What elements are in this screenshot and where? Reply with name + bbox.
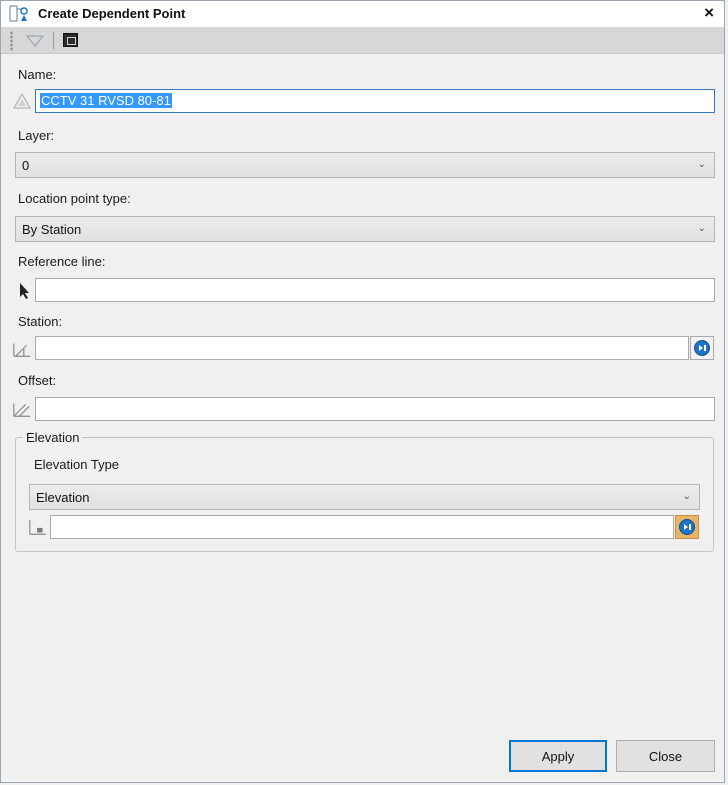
station-pick-button[interactable] [690, 336, 714, 360]
elevation-type-dropdown[interactable]: Elevation ⌄ [29, 484, 700, 510]
close-window-button[interactable]: × [704, 3, 714, 23]
elevation-type-label: Elevation Type [34, 457, 120, 472]
location-point-type-value: By Station [22, 222, 82, 237]
layer-label: Layer: [18, 128, 55, 143]
reference-line-input[interactable] [35, 278, 715, 302]
station-label: Station: [18, 314, 63, 329]
elevation-group-title: Elevation [23, 430, 83, 445]
title-bar: Create Dependent Point × [1, 1, 724, 27]
location-point-type-dropdown[interactable]: By Station ⌄ [15, 216, 715, 242]
offset-icon [13, 403, 31, 417]
point-style-icon [12, 92, 32, 109]
location-point-type-label: Location point type: [18, 191, 131, 206]
elevation-type-value: Elevation [36, 490, 90, 505]
dialog-title: Create Dependent Point [38, 6, 186, 21]
name-value: CCTV 31 RVSD 80-81 [40, 93, 172, 108]
cursor-pick-icon[interactable] [15, 281, 35, 301]
toolbar-grip-icon[interactable] [10, 31, 13, 51]
reference-line-label: Reference line: [18, 254, 106, 269]
name-label: Name: [18, 67, 57, 82]
chevron-down-icon: ⌄ [682, 491, 691, 502]
filter-icon[interactable] [25, 33, 45, 49]
pick-from-drawing-icon [679, 519, 695, 535]
station-input[interactable] [35, 336, 689, 360]
chevron-down-icon: ⌄ [697, 223, 706, 234]
toolbar [1, 27, 724, 54]
elevation-pick-button[interactable] [675, 515, 699, 539]
toolbar-separator [53, 32, 54, 49]
window-icon[interactable] [63, 33, 78, 47]
layer-value: 0 [22, 158, 30, 173]
close-button[interactable]: Close [616, 740, 715, 772]
elevation-icon [29, 519, 47, 535]
pick-from-drawing-icon [694, 340, 710, 356]
station-icon [13, 343, 31, 357]
offset-label: Offset: [18, 373, 57, 388]
dependent-point-icon [9, 5, 28, 22]
create-dependent-point-dialog: Create Dependent Point × Name: CCTV 31 R… [0, 0, 725, 783]
elevation-input[interactable] [50, 515, 674, 539]
chevron-down-icon: ⌄ [697, 159, 706, 170]
name-input[interactable]: CCTV 31 RVSD 80-81 [35, 89, 715, 113]
layer-dropdown[interactable]: 0 ⌄ [15, 152, 715, 178]
apply-button[interactable]: Apply [509, 740, 607, 772]
offset-input[interactable] [35, 397, 715, 421]
